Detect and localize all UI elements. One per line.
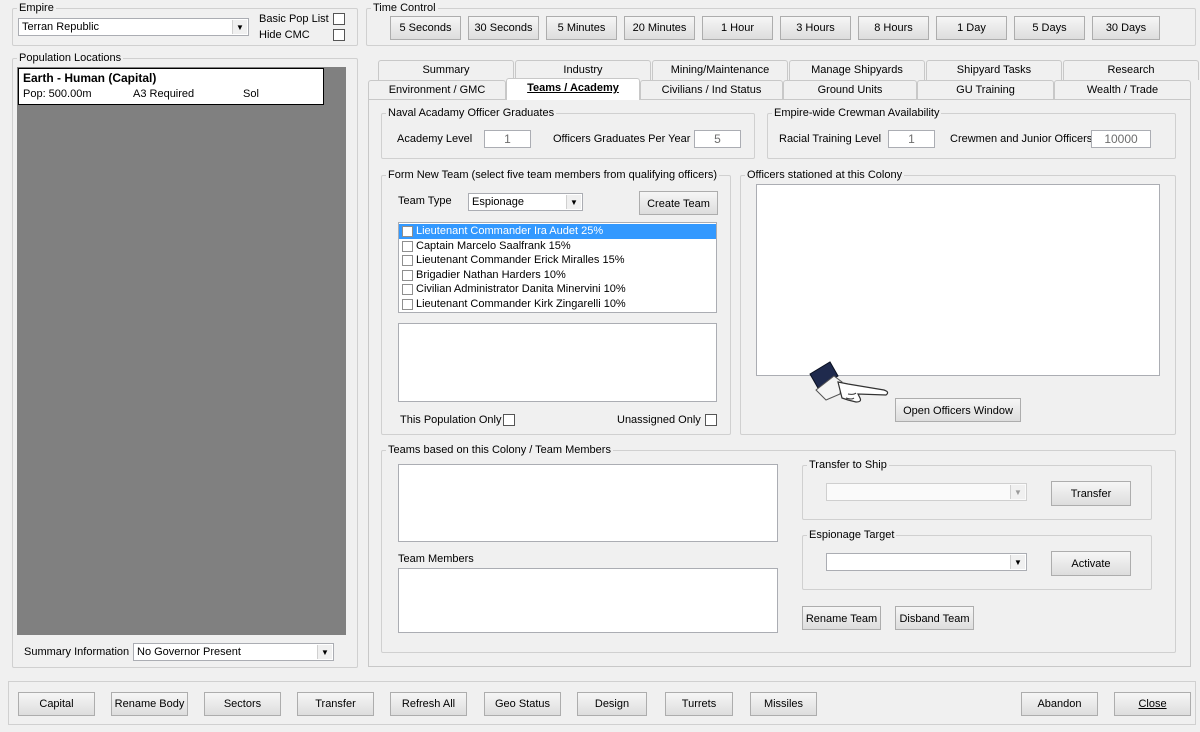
officers-stationed-label: Officers stationed at this Colony — [745, 169, 905, 182]
officer-checkbox[interactable] — [402, 255, 413, 266]
officer-checkbox[interactable] — [402, 298, 413, 310]
team-members-label: Team Members — [398, 553, 474, 565]
officer-row-2[interactable]: Captain Marcelo Saalfrank 15% — [399, 239, 716, 254]
officer-row-5[interactable]: Civilian Administrator Danita Minervini … — [399, 282, 716, 297]
pointing-hand-icon — [808, 360, 898, 408]
officer-name: Lieutenant Commander Erick Miralles 15% — [416, 254, 625, 266]
team-type-value: Espionage — [472, 196, 524, 208]
officer-checkbox[interactable] — [402, 240, 413, 252]
academy-level-field[interactable]: 1 — [484, 130, 531, 148]
academy-level-label: Academy Level — [397, 133, 473, 145]
unassigned-only-label: Unassigned Only — [617, 414, 701, 426]
racial-training-field[interactable]: 1 — [888, 130, 935, 148]
officer-checkbox[interactable] — [402, 284, 413, 295]
new-team-members-list[interactable] — [398, 323, 717, 402]
racial-training-label: Racial Training Level — [779, 133, 882, 145]
officer-name: Brigadier Nathan Harders 10% — [416, 268, 566, 281]
officer-name: Lieutenant Commander Ira Audet 25% — [416, 225, 604, 237]
crewman-group-label: Empire-wide Crewman Availability — [772, 107, 942, 120]
form-new-team-label: Form New Team (select five team members … — [386, 169, 720, 182]
officer-checkbox[interactable] — [402, 226, 413, 237]
officer-name: Lieutenant Commander Kirk Zingarelli 10% — [416, 297, 626, 310]
this-population-only-label: This Population Only — [400, 414, 502, 426]
crewmen-label: Crewmen and Junior Officers — [950, 133, 1093, 145]
officer-name: Civilian Administrator Danita Minervini … — [416, 283, 626, 295]
officers-graduates-label: Officers Graduates Per Year — [553, 133, 691, 145]
create-team-button[interactable]: Create Team — [639, 191, 718, 215]
academy-group-label: Naval Acadamy Officer Graduates — [386, 107, 557, 120]
espionage-target-select[interactable]: ▼ — [826, 553, 1027, 571]
teams-list[interactable] — [398, 464, 778, 542]
unassigned-only-checkbox[interactable] — [705, 414, 717, 426]
team-type-select[interactable]: Espionage ▼ — [468, 193, 583, 211]
transfer-team-button[interactable]: Transfer — [1051, 481, 1131, 506]
officer-row-4[interactable]: Brigadier Nathan Harders 10% — [399, 268, 716, 283]
team-members-list[interactable] — [398, 568, 778, 633]
transfer-ship-select[interactable]: ▼ — [826, 483, 1027, 501]
officer-name: Captain Marcelo Saalfrank 15% — [416, 239, 571, 252]
this-population-only-checkbox[interactable] — [503, 414, 515, 426]
transfer-to-ship-label: Transfer to Ship — [807, 459, 889, 472]
crewmen-field[interactable]: 10000 — [1091, 130, 1151, 148]
officer-row-3[interactable]: Lieutenant Commander Erick Miralles 15% — [399, 253, 716, 268]
officers-graduates-field[interactable]: 5 — [694, 130, 741, 148]
tab-page-content: Naval Acadamy Officer Graduates Academy … — [0, 0, 1200, 732]
officer-row-1[interactable]: Lieutenant Commander Ira Audet 25% — [399, 224, 716, 239]
team-type-label: Team Type — [398, 195, 452, 207]
disband-team-button[interactable]: Disband Team — [895, 606, 974, 630]
qualifying-officers-list[interactable]: Lieutenant Commander Ira Audet 25% Capta… — [398, 222, 717, 313]
officer-row-6[interactable]: Lieutenant Commander Kirk Zingarelli 10% — [399, 297, 716, 312]
espionage-target-label: Espionage Target — [807, 529, 897, 542]
officer-checkbox[interactable] — [402, 269, 413, 281]
activate-button[interactable]: Activate — [1051, 551, 1131, 576]
dropdown-arrow-icon: ▼ — [1010, 485, 1025, 499]
dropdown-arrow-icon: ▼ — [1010, 555, 1025, 569]
teams-colony-label: Teams based on this Colony / Team Member… — [386, 444, 613, 457]
officers-stationed-list[interactable] — [756, 184, 1160, 376]
rename-team-button[interactable]: Rename Team — [802, 606, 881, 630]
dropdown-arrow-icon: ▼ — [566, 195, 581, 209]
open-officers-window-button[interactable]: Open Officers Window — [895, 398, 1021, 422]
